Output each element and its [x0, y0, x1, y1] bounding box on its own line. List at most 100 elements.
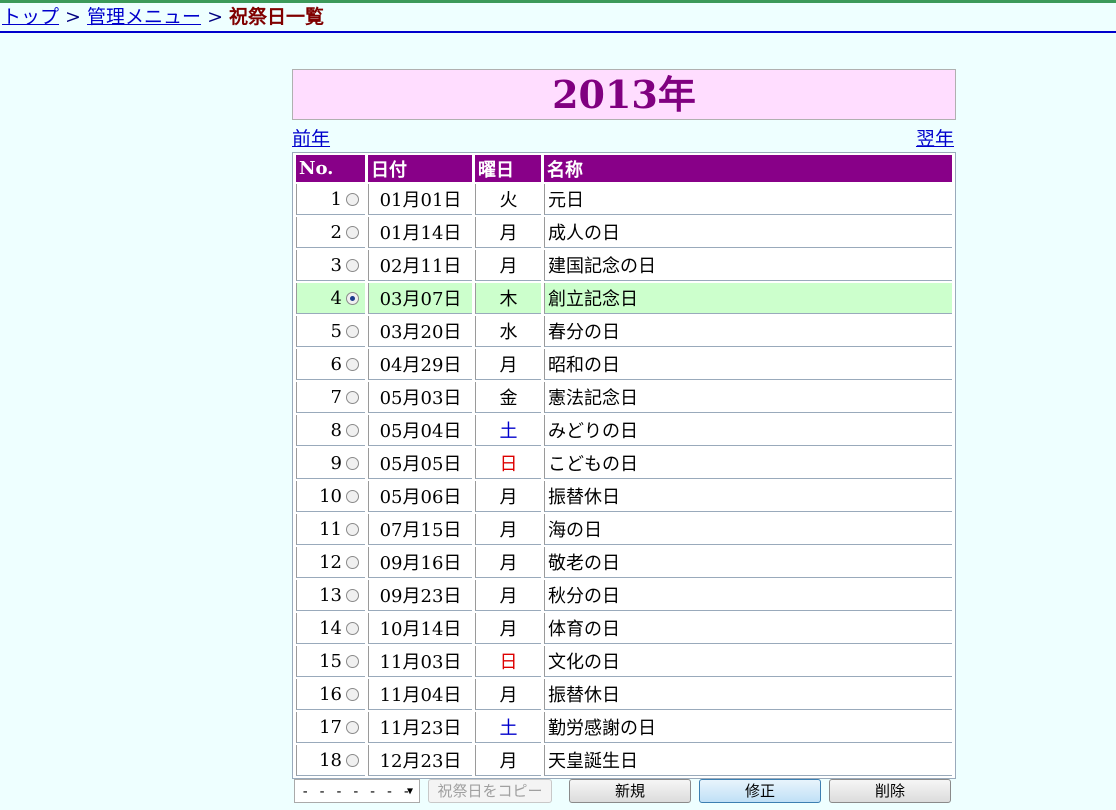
weekday-cell: 土: [475, 415, 541, 446]
row-select-radio[interactable]: [346, 522, 359, 536]
row-select-radio[interactable]: [346, 555, 359, 569]
row-select-radio[interactable]: [346, 621, 359, 635]
row-number: 4: [330, 287, 342, 309]
table-row[interactable]: 2 01月14日月成人の日: [296, 217, 952, 248]
holiday-name-cell: 天皇誕生日: [544, 745, 952, 776]
weekday-cell: 月: [475, 481, 541, 512]
row-number: 14: [319, 617, 342, 639]
weekday-cell: 月: [475, 250, 541, 281]
row-select-radio[interactable]: [346, 654, 359, 668]
row-number-cell: 12: [296, 547, 365, 578]
table-row[interactable]: 10 05月06日月振替休日: [296, 481, 952, 512]
table-row[interactable]: 17 11月23日土勤労感謝の日: [296, 712, 952, 743]
row-select-radio[interactable]: [346, 357, 359, 371]
table-row[interactable]: 1 01月01日火元日: [296, 184, 952, 215]
holiday-name-cell: 文化の日: [544, 646, 952, 677]
date-cell: 01月14日: [368, 217, 472, 248]
row-number-cell: 9: [296, 448, 365, 479]
row-select-radio[interactable]: [346, 456, 359, 470]
row-number-cell: 5: [296, 316, 365, 347]
holiday-name-cell: みどりの日: [544, 415, 952, 446]
table-row[interactable]: 9 05月05日日こどもの日: [296, 448, 952, 479]
row-number-cell: 17: [296, 712, 365, 743]
holiday-name-cell: 振替休日: [544, 679, 952, 710]
table-row[interactable]: 14 10月14日月体育の日: [296, 613, 952, 644]
row-number-cell: 16: [296, 679, 365, 710]
holiday-name-cell: 創立記念日: [544, 283, 952, 314]
row-number-cell: 10: [296, 481, 365, 512]
next-year-link[interactable]: 翌年: [916, 124, 954, 151]
row-select-radio[interactable]: [346, 192, 359, 206]
row-select-radio[interactable]: [346, 489, 359, 503]
holiday-name-cell: 憲法記念日: [544, 382, 952, 413]
copy-source-select[interactable]: - - - - - - - ▼: [294, 779, 420, 803]
breadcrumb: トップ > 管理メニュー > 祝祭日一覧: [2, 3, 1116, 31]
table-header-row: No. 日付 曜日 名称: [296, 155, 952, 182]
breadcrumb-separator: >: [201, 6, 230, 28]
row-number: 13: [319, 584, 342, 606]
breadcrumb-separator: >: [59, 6, 88, 28]
row-select-radio[interactable]: [346, 720, 359, 734]
row-number: 9: [330, 452, 342, 474]
date-cell: 05月05日: [368, 448, 472, 479]
table-row[interactable]: 7 05月03日金憲法記念日: [296, 382, 952, 413]
row-number-cell: 7: [296, 382, 365, 413]
row-select-radio[interactable]: [346, 291, 359, 305]
holiday-name-cell: 昭和の日: [544, 349, 952, 380]
delete-button[interactable]: 削除: [829, 779, 951, 803]
table-row[interactable]: 4 03月07日木創立記念日: [296, 283, 952, 314]
row-number: 12: [319, 551, 342, 573]
table-row[interactable]: 16 11月04日月振替休日: [296, 679, 952, 710]
row-select-radio[interactable]: [346, 753, 359, 767]
row-number: 6: [330, 353, 342, 375]
table-row[interactable]: 13 09月23日月秋分の日: [296, 580, 952, 611]
row-number: 10: [319, 485, 342, 507]
row-select-radio[interactable]: [346, 225, 359, 239]
table-row[interactable]: 3 02月11日月建国記念の日: [296, 250, 952, 281]
weekday-cell: 月: [475, 613, 541, 644]
table-row[interactable]: 6 04月29日月昭和の日: [296, 349, 952, 380]
date-cell: 05月06日: [368, 481, 472, 512]
weekday-cell: 土: [475, 712, 541, 743]
edit-button[interactable]: 修正: [699, 779, 821, 803]
row-number-cell: 11: [296, 514, 365, 545]
row-number-cell: 13: [296, 580, 365, 611]
row-select-radio[interactable]: [346, 390, 359, 404]
column-header-dow: 曜日: [475, 155, 541, 182]
row-select-radio[interactable]: [346, 423, 359, 437]
date-cell: 12月23日: [368, 745, 472, 776]
prev-year-link[interactable]: 前年: [292, 124, 330, 151]
date-cell: 09月23日: [368, 580, 472, 611]
breadcrumb-menu-link[interactable]: 管理メニュー: [87, 6, 201, 28]
holiday-name-cell: 成人の日: [544, 217, 952, 248]
weekday-cell: 火: [475, 184, 541, 215]
row-number: 8: [330, 419, 342, 441]
holiday-name-cell: 春分の日: [544, 316, 952, 347]
row-number-cell: 14: [296, 613, 365, 644]
breadcrumb-top-link[interactable]: トップ: [2, 6, 59, 28]
row-select-radio[interactable]: [346, 324, 359, 338]
weekday-cell: 月: [475, 580, 541, 611]
holiday-panel: 2013年 前年 翌年 No. 日付 曜日 名称 1 01月01日火元日 2 01月1…: [292, 69, 956, 779]
holiday-name-cell: 秋分の日: [544, 580, 952, 611]
row-select-radio[interactable]: [346, 687, 359, 701]
table-row[interactable]: 11 07月15日月海の日: [296, 514, 952, 545]
holiday-name-cell: 元日: [544, 184, 952, 215]
table-row[interactable]: 8 05月04日土みどりの日: [296, 415, 952, 446]
row-number: 7: [330, 386, 342, 408]
table-row[interactable]: 15 11月03日日文化の日: [296, 646, 952, 677]
weekday-cell: 月: [475, 349, 541, 380]
table-row[interactable]: 18 12月23日月天皇誕生日: [296, 745, 952, 776]
date-cell: 10月14日: [368, 613, 472, 644]
column-header-name: 名称: [544, 155, 952, 182]
copy-holidays-button[interactable]: 祝祭日をコピー: [428, 779, 552, 803]
new-button[interactable]: 新規: [569, 779, 691, 803]
table-row[interactable]: 5 03月20日水春分の日: [296, 316, 952, 347]
column-header-no: No.: [296, 155, 365, 182]
row-select-radio[interactable]: [346, 588, 359, 602]
holiday-name-cell: 体育の日: [544, 613, 952, 644]
column-header-date: 日付: [368, 155, 472, 182]
row-select-radio[interactable]: [346, 258, 359, 272]
table-row[interactable]: 12 09月16日月敬老の日: [296, 547, 952, 578]
date-cell: 05月03日: [368, 382, 472, 413]
